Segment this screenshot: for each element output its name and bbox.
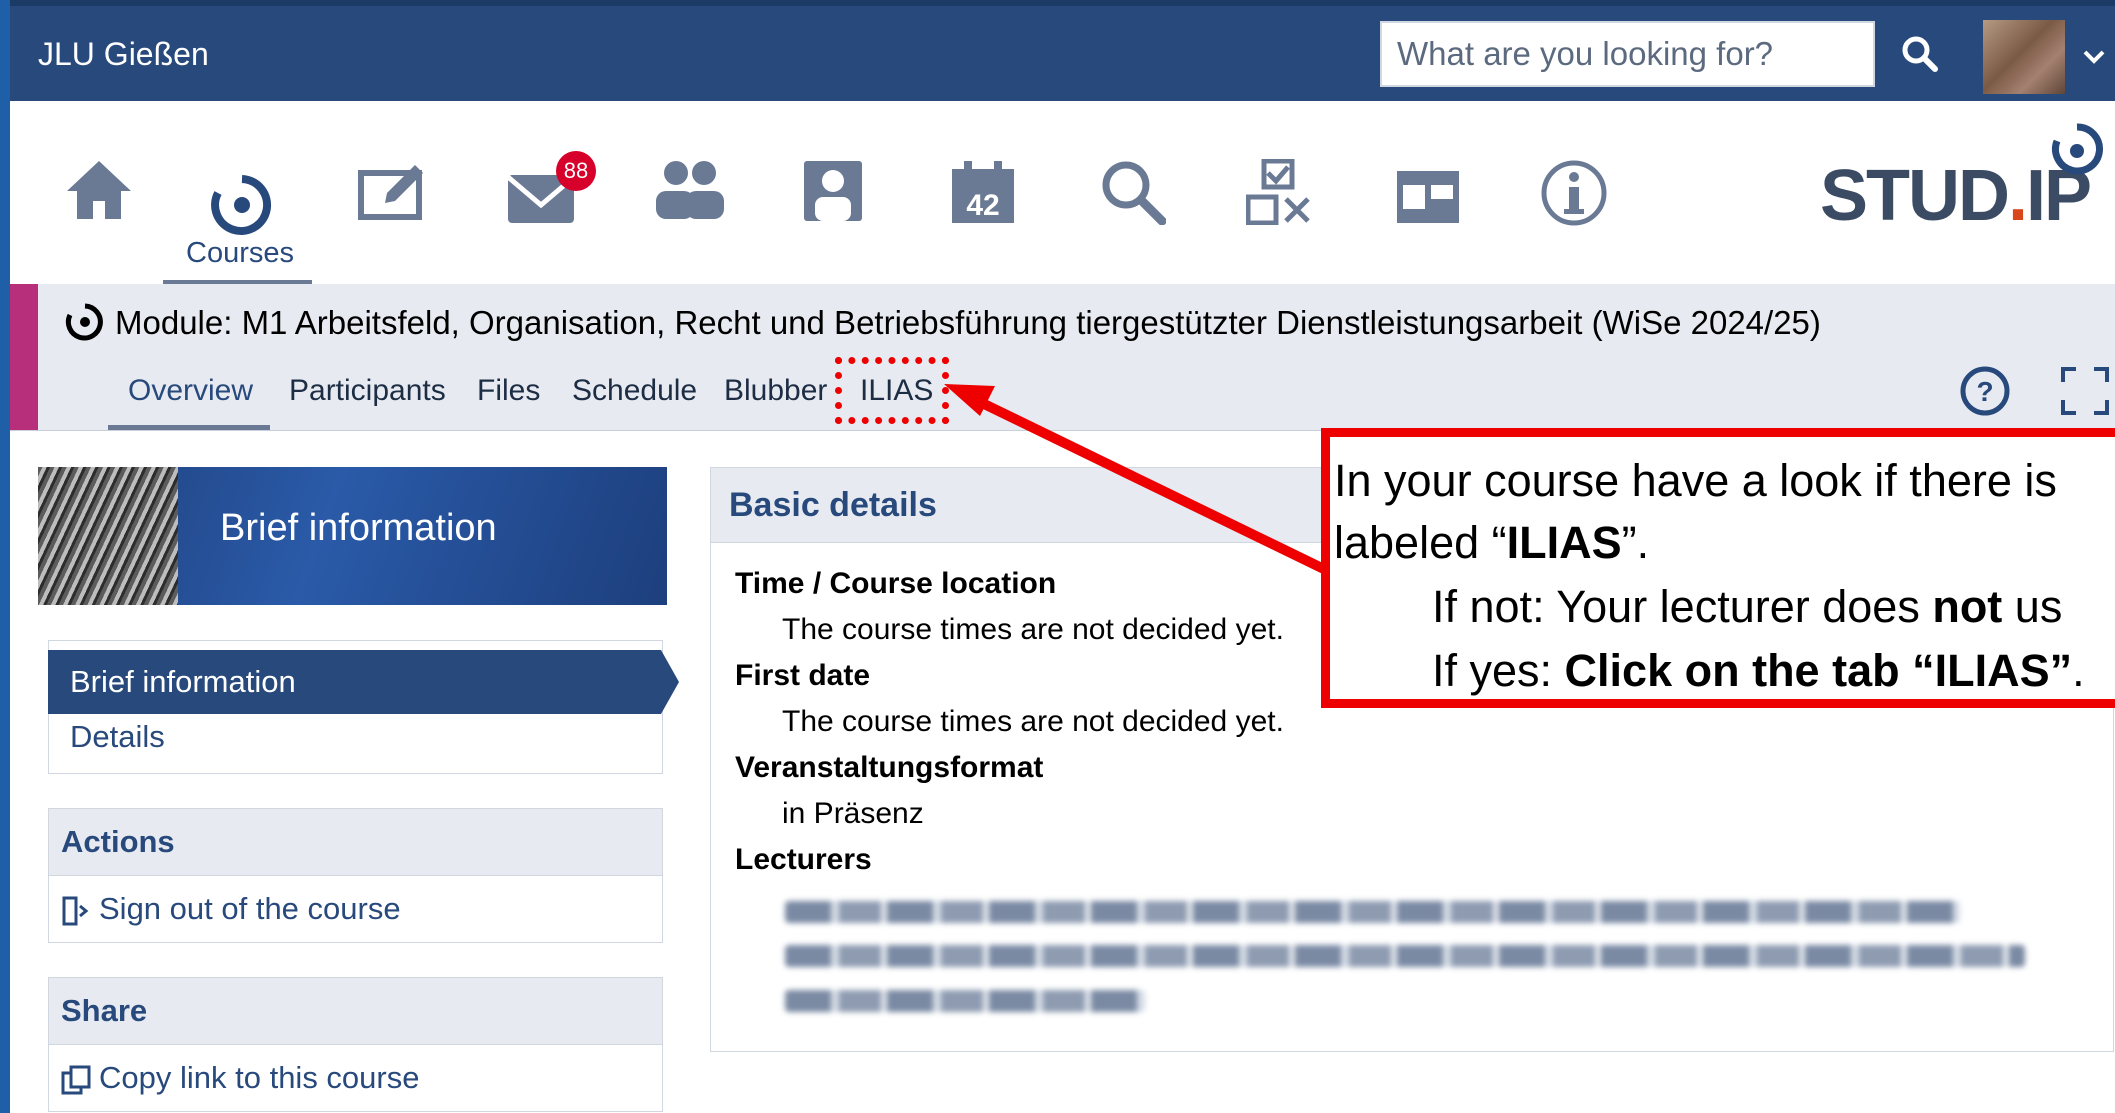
- browser-viewport: JLU Gießen What are you looking for? Cou…: [10, 0, 2115, 1113]
- annotation-line-1: In your course have a look if there is: [1334, 455, 2057, 506]
- annotation-line-4: If yes: Click on the tab “ILIAS”.: [1432, 645, 2085, 696]
- annotation-line-3: If not: Your lecturer does not us: [1432, 581, 2063, 632]
- annotation-line-2: labeled “ILIAS”.: [1334, 517, 1650, 568]
- annotation-callout: In your course have a look if there is l…: [1321, 428, 2115, 708]
